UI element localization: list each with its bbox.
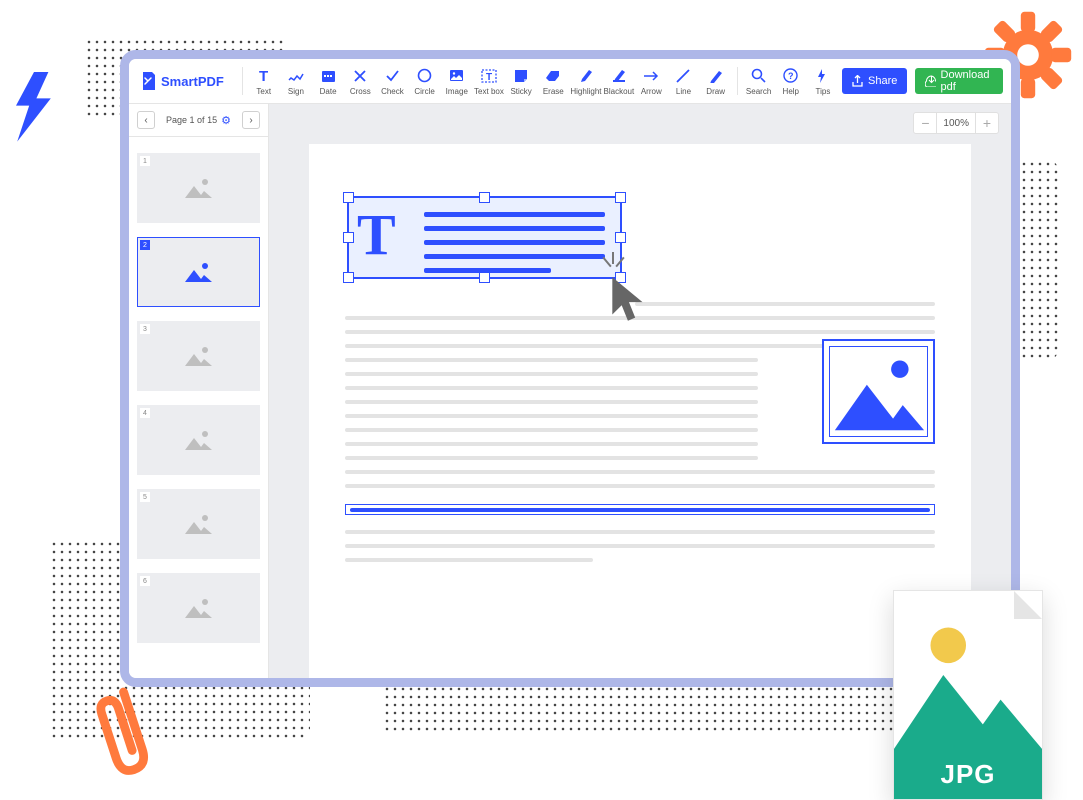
share-button[interactable]: Share — [842, 68, 907, 94]
document-page[interactable]: T — [309, 144, 971, 678]
bolt-icon — [10, 72, 58, 144]
toolbar: SmartPDF TText Sign Date Cross Check Cir… — [129, 59, 1011, 104]
image-icon — [183, 344, 215, 368]
tool-blackout[interactable]: Blackout — [604, 61, 635, 101]
tool-cross[interactable]: Cross — [345, 61, 375, 101]
zoom-level: 100% — [936, 113, 976, 133]
jpg-preview — [894, 591, 1042, 749]
page-thumbnail[interactable]: 4 — [137, 405, 260, 475]
tool-check[interactable]: Check — [377, 61, 407, 101]
tool-help[interactable]: ?Help — [776, 61, 806, 101]
separator — [737, 67, 738, 95]
thumbnails: 1 2 3 4 5 6 — [129, 137, 268, 678]
resize-handle[interactable] — [343, 232, 354, 243]
tool-arrow[interactable]: Arrow — [636, 61, 666, 101]
zoom-out-button[interactable]: − — [914, 113, 936, 133]
tool-tips[interactable]: Tips — [808, 61, 838, 101]
app-name: SmartPDF — [161, 74, 224, 89]
tool-sticky[interactable]: Sticky — [506, 61, 536, 101]
cursor-icon — [609, 274, 651, 326]
download-button[interactable]: Download pdf — [915, 68, 1003, 94]
image-icon — [183, 428, 215, 452]
share-icon — [852, 75, 863, 87]
tool-highlight[interactable]: Highlight — [570, 61, 601, 101]
page-thumbnail[interactable]: 3 — [137, 321, 260, 391]
selected-line[interactable] — [345, 504, 935, 515]
image-icon — [183, 176, 215, 200]
image-icon — [183, 260, 215, 284]
prev-page-button[interactable]: ‹ — [137, 111, 155, 129]
paperclip-icon — [90, 677, 160, 787]
image-element[interactable] — [822, 339, 935, 444]
zoom-control: − 100% + — [913, 112, 999, 134]
tool-line[interactable]: Line — [668, 61, 698, 101]
textbox-element[interactable]: T — [347, 196, 622, 279]
textbox-lines — [424, 212, 605, 273]
tool-draw[interactable]: Draw — [701, 61, 731, 101]
textbox-drop-cap: T — [357, 206, 396, 264]
resize-handle[interactable] — [479, 192, 490, 203]
resize-handle[interactable] — [343, 192, 354, 203]
zoom-in-button[interactable]: + — [976, 113, 998, 133]
page-thumbnail[interactable]: 2 — [137, 237, 260, 307]
svg-text:T: T — [486, 72, 492, 83]
page-thumbnail[interactable]: 1 — [137, 153, 260, 223]
resize-handle[interactable] — [615, 232, 626, 243]
image-icon — [183, 596, 215, 620]
tool-image[interactable]: Image — [442, 61, 472, 101]
image-icon — [183, 512, 215, 536]
tool-date[interactable]: Date — [313, 61, 343, 101]
sidebar: ‹ Page 1 of 15 ⚙ › 1 2 3 4 5 6 — [129, 104, 269, 678]
tool-erase[interactable]: Erase — [538, 61, 568, 101]
tool-circle[interactable]: Circle — [410, 61, 440, 101]
page-label: Page 1 of 15 ⚙ — [166, 114, 231, 127]
resize-handle[interactable] — [343, 272, 354, 283]
tool-textbox[interactable]: TText box — [474, 61, 504, 101]
resize-handle[interactable] — [615, 192, 626, 203]
next-page-button[interactable]: › — [242, 111, 260, 129]
resize-handle[interactable] — [479, 272, 490, 283]
jpg-label: JPG — [894, 749, 1042, 799]
separator — [242, 67, 243, 95]
page-thumbnail[interactable]: 5 — [137, 489, 260, 559]
svg-text:?: ? — [788, 71, 794, 81]
app-logo[interactable]: SmartPDF — [141, 72, 224, 90]
tool-search[interactable]: Search — [744, 61, 774, 101]
app-window: SmartPDF TText Sign Date Cross Check Cir… — [120, 50, 1020, 687]
tool-sign[interactable]: Sign — [281, 61, 311, 101]
tool-text[interactable]: TText — [249, 61, 279, 101]
image-icon — [830, 347, 927, 436]
svg-text:T: T — [259, 68, 268, 83]
download-icon — [925, 75, 935, 87]
page-thumbnail[interactable]: 6 — [137, 573, 260, 643]
gear-icon[interactable]: ⚙ — [221, 114, 231, 127]
pager: ‹ Page 1 of 15 ⚙ › — [129, 104, 268, 137]
jpg-file-card: JPG — [893, 590, 1043, 800]
